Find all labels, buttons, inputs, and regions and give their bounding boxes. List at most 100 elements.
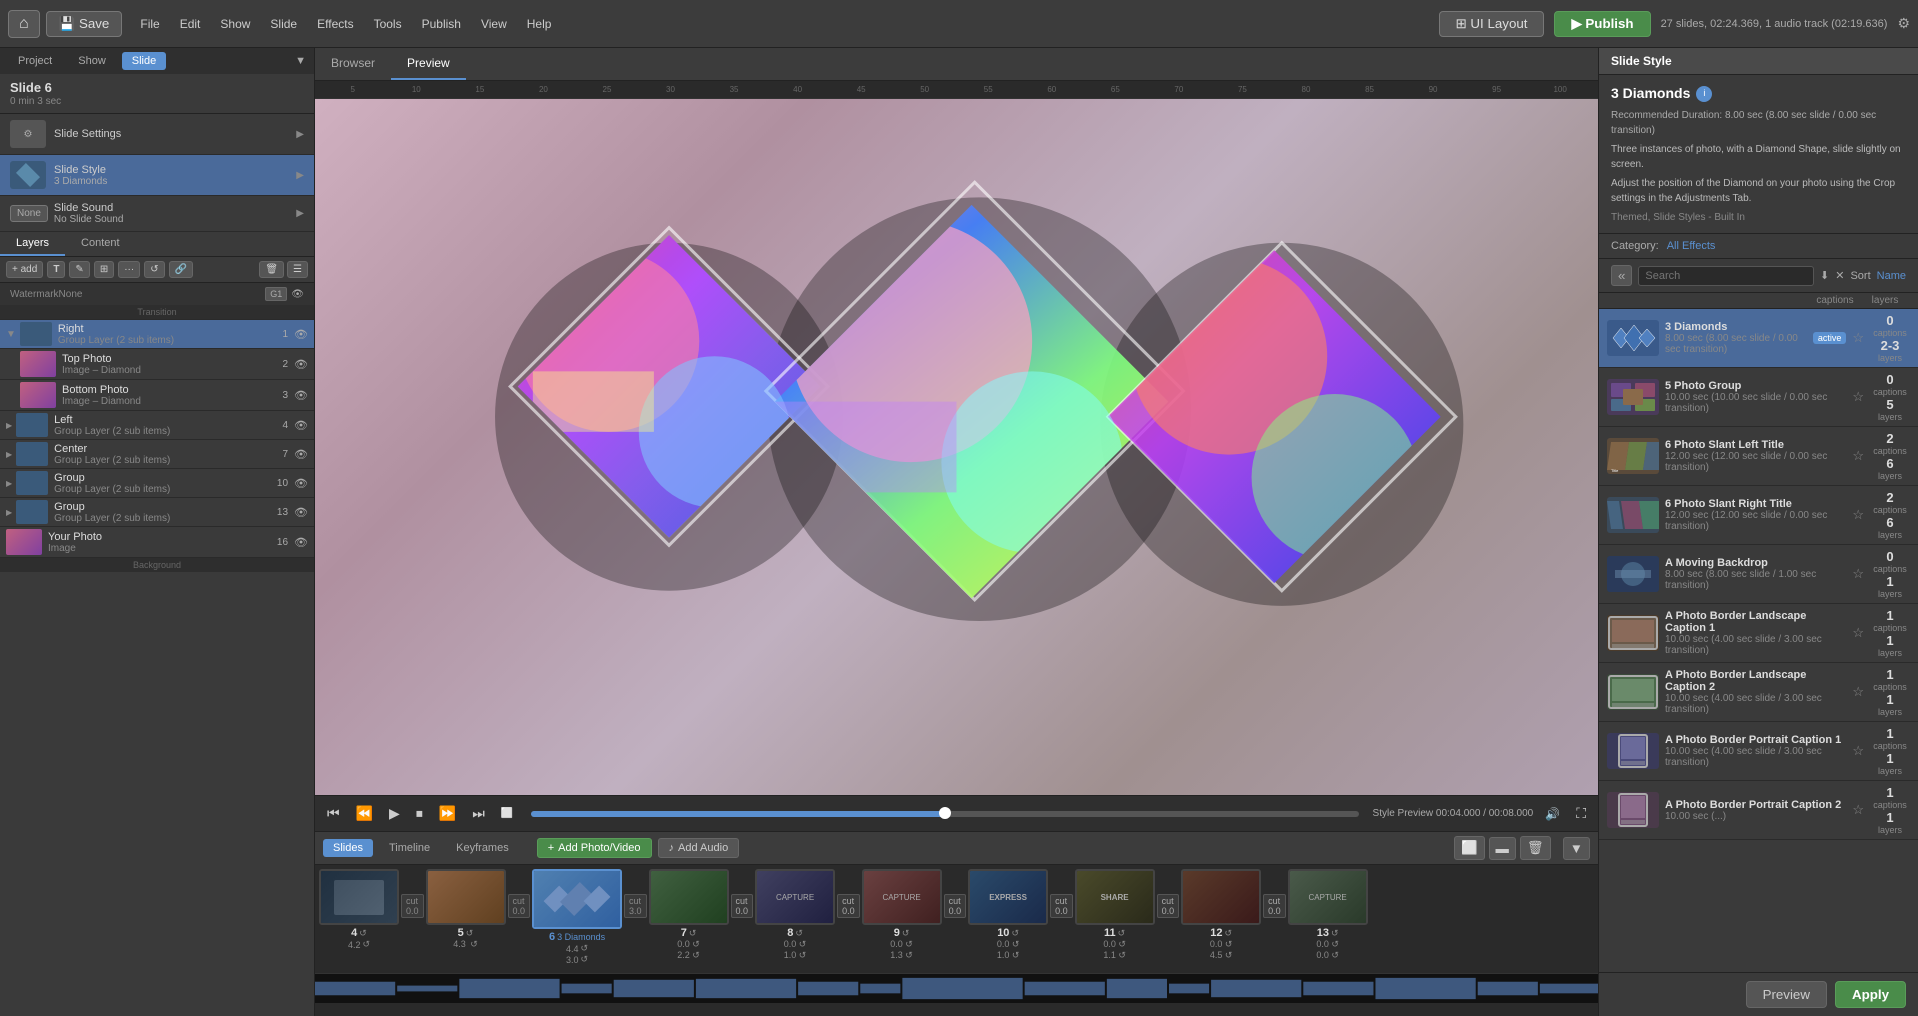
star-moving-backdrop[interactable]: ☆ xyxy=(1852,566,1864,582)
slide-thumb-5[interactable] xyxy=(426,869,506,925)
undo-4[interactable]: ↺ xyxy=(359,928,367,939)
layer-bottom-photo[interactable]: Bottom Photo Image – Diamond 3 👁 xyxy=(0,380,314,411)
undo-5[interactable]: ↺ xyxy=(466,928,474,939)
layer-your-photo-eye[interactable]: 👁 xyxy=(294,536,308,549)
text-tool-btn[interactable]: T xyxy=(47,261,65,278)
tab-project[interactable]: Project xyxy=(8,52,62,70)
expand-arrow[interactable]: ▼ xyxy=(295,55,306,67)
star-5-photo[interactable]: ☆ xyxy=(1852,389,1864,405)
stop-btn[interactable]: ⏹ xyxy=(412,803,427,824)
star-border-landscape-2[interactable]: ☆ xyxy=(1852,684,1864,700)
delete-layer-btn[interactable]: 🗑 xyxy=(259,261,284,278)
slide-sound-item[interactable]: None Slide Sound No Slide Sound ▶ xyxy=(0,196,314,232)
star-border-landscape-1[interactable]: ☆ xyxy=(1852,625,1864,641)
edit-tool-btn[interactable]: ✎ xyxy=(69,261,89,278)
more-tool-btn[interactable]: ··· xyxy=(118,261,140,278)
sort-value[interactable]: Name xyxy=(1877,270,1906,282)
add-audio-btn[interactable]: ♪ Add Audio xyxy=(658,838,740,858)
fullscreen-small-btn[interactable]: ⬜ xyxy=(497,806,517,821)
style-item-moving-backdrop[interactable]: A Moving Backdrop 8.00 sec (8.00 sec sli… xyxy=(1599,545,1918,604)
star-3-diamonds[interactable]: ☆ xyxy=(1852,330,1864,346)
style-item-border-landscape-1[interactable]: A Photo Border Landscape Caption 1 10.00… xyxy=(1599,604,1918,663)
download-icon[interactable]: ⬇ xyxy=(1820,269,1829,282)
skip-end-btn[interactable]: ⏭ xyxy=(468,803,489,824)
link-btn[interactable]: 🔗 xyxy=(169,261,193,278)
progress-bar[interactable] xyxy=(531,811,1358,817)
star-6-slant-left[interactable]: ☆ xyxy=(1852,448,1864,464)
tab-show[interactable]: Show xyxy=(68,52,116,70)
menu-help[interactable]: Help xyxy=(523,15,556,33)
style-item-border-landscape-2[interactable]: A Photo Border Landscape Caption 2 10.00… xyxy=(1599,663,1918,722)
star-border-portrait-1[interactable]: ☆ xyxy=(1852,743,1864,759)
close-search-icon[interactable]: ✕ xyxy=(1835,269,1844,282)
layer-bottom-photo-eye[interactable]: 👁 xyxy=(294,389,308,402)
layer-group1-eye[interactable]: 👁 xyxy=(294,477,308,490)
tab-browser[interactable]: Browser xyxy=(315,48,391,80)
watermark-eye[interactable]: 👁 xyxy=(291,289,304,300)
grid-tool-btn[interactable]: ⊞ xyxy=(94,261,114,278)
tab-preview[interactable]: Preview xyxy=(391,48,466,80)
layer-group1[interactable]: ▶ Group Group Layer (2 sub items) 10 👁 xyxy=(0,469,314,498)
volume-btn[interactable]: 🔊 xyxy=(1541,805,1564,823)
slide-thumb-4[interactable] xyxy=(319,869,399,925)
slide-thumb-6[interactable] xyxy=(532,869,622,929)
layer-your-photo[interactable]: Your Photo Image 16 👁 xyxy=(0,527,314,558)
skip-start-btn[interactable]: ⏮ xyxy=(323,803,344,824)
category-value[interactable]: All Effects xyxy=(1667,240,1716,252)
tl-tab-slides[interactable]: Slides xyxy=(323,839,373,857)
style-item-border-portrait-2[interactable]: A Photo Border Portrait Caption 2 10.00 … xyxy=(1599,781,1918,840)
layer-left-eye[interactable]: 👁 xyxy=(294,419,308,432)
layer-right-eye[interactable]: 👁 xyxy=(294,328,308,341)
style-item-border-portrait-1[interactable]: A Photo Border Portrait Caption 1 10.00 … xyxy=(1599,722,1918,781)
layer-center-eye[interactable]: 👁 xyxy=(294,448,308,461)
style-item-3-diamonds[interactable]: 3 Diamonds 8.00 sec (8.00 sec slide / 0.… xyxy=(1599,309,1918,368)
style-item-6-slant-right[interactable]: 6 Photo Slant Right Title 12.00 sec (12.… xyxy=(1599,486,1918,545)
undo-7[interactable]: ↺ xyxy=(689,928,697,939)
tl-collapse-btn[interactable]: ▼ xyxy=(1563,837,1590,860)
slide-thumb-11[interactable]: SHARE xyxy=(1075,869,1155,925)
slide-thumb-12[interactable] xyxy=(1181,869,1261,925)
forward-btn[interactable]: ⏩ xyxy=(435,803,460,824)
menu-publish[interactable]: Publish xyxy=(418,15,465,33)
menu-slide[interactable]: Slide xyxy=(266,15,301,33)
refresh-4[interactable]: ↺ xyxy=(362,939,370,950)
slide-style-item[interactable]: Slide Style 3 Diamonds ▶ xyxy=(0,155,314,196)
settings-icon[interactable]: ⚙ xyxy=(1897,15,1910,32)
ui-layout-button[interactable]: ⊞ UI Layout xyxy=(1439,11,1545,37)
slide-thumb-13[interactable]: CAPTURE xyxy=(1288,869,1368,925)
menu-tools[interactable]: Tools xyxy=(370,15,406,33)
layer-top-photo[interactable]: Top Photo Image – Diamond 2 👁 xyxy=(0,349,314,380)
tab-content[interactable]: Content xyxy=(65,232,136,256)
slide-thumb-8[interactable]: CAPTURE xyxy=(755,869,835,925)
tab-layers[interactable]: Layers xyxy=(0,232,65,256)
undo-6[interactable]: ↺ xyxy=(581,954,589,965)
layer-center[interactable]: ▶ Center Group Layer (2 sub items) 7 👁 xyxy=(0,440,314,469)
info-icon[interactable]: i xyxy=(1696,86,1712,102)
style-item-6-slant-left[interactable]: Title 6 Photo Slant Left Title 12.00 sec… xyxy=(1599,427,1918,486)
home-button[interactable]: ⌂ xyxy=(8,10,40,38)
slide-thumb-7[interactable] xyxy=(649,869,729,925)
star-border-portrait-2[interactable]: ☆ xyxy=(1852,802,1864,818)
star-6-slant-right[interactable]: ☆ xyxy=(1852,507,1864,523)
slide-settings-item[interactable]: ⚙ Slide Settings ▶ xyxy=(0,114,314,155)
apply-style-btn[interactable]: Apply xyxy=(1835,981,1906,1008)
save-button[interactable]: 💾 Save xyxy=(46,11,123,37)
tl-tab-keyframes[interactable]: Keyframes xyxy=(446,839,519,857)
menu-view[interactable]: View xyxy=(477,15,511,33)
refresh-6[interactable]: ↺ xyxy=(581,943,589,954)
collapse-btn[interactable]: « xyxy=(1611,265,1632,286)
tab-slide[interactable]: Slide xyxy=(122,52,166,70)
tl-square-btn[interactable]: ⬜ xyxy=(1454,836,1485,860)
tl-tab-timeline[interactable]: Timeline xyxy=(379,839,440,857)
style-item-5-photo-group[interactable]: 5 Photo Group 10.00 sec (10.00 sec slide… xyxy=(1599,368,1918,427)
layer-group2-eye[interactable]: 👁 xyxy=(294,506,308,519)
layer-right[interactable]: ▼ Right Group Layer (2 sub items) 1 👁 xyxy=(0,320,314,349)
slide-thumb-9[interactable]: CAPTURE xyxy=(862,869,942,925)
search-input[interactable] xyxy=(1638,266,1814,286)
layer-top-photo-eye[interactable]: 👁 xyxy=(294,358,308,371)
tl-rect-btn[interactable]: ▬ xyxy=(1489,837,1516,860)
rewind-btn[interactable]: ⏪ xyxy=(352,803,377,824)
refresh-5[interactable]: ↺ xyxy=(470,939,478,949)
fullscreen-btn[interactable]: ⛶ xyxy=(1572,803,1590,824)
menu-file[interactable]: File xyxy=(136,15,163,33)
